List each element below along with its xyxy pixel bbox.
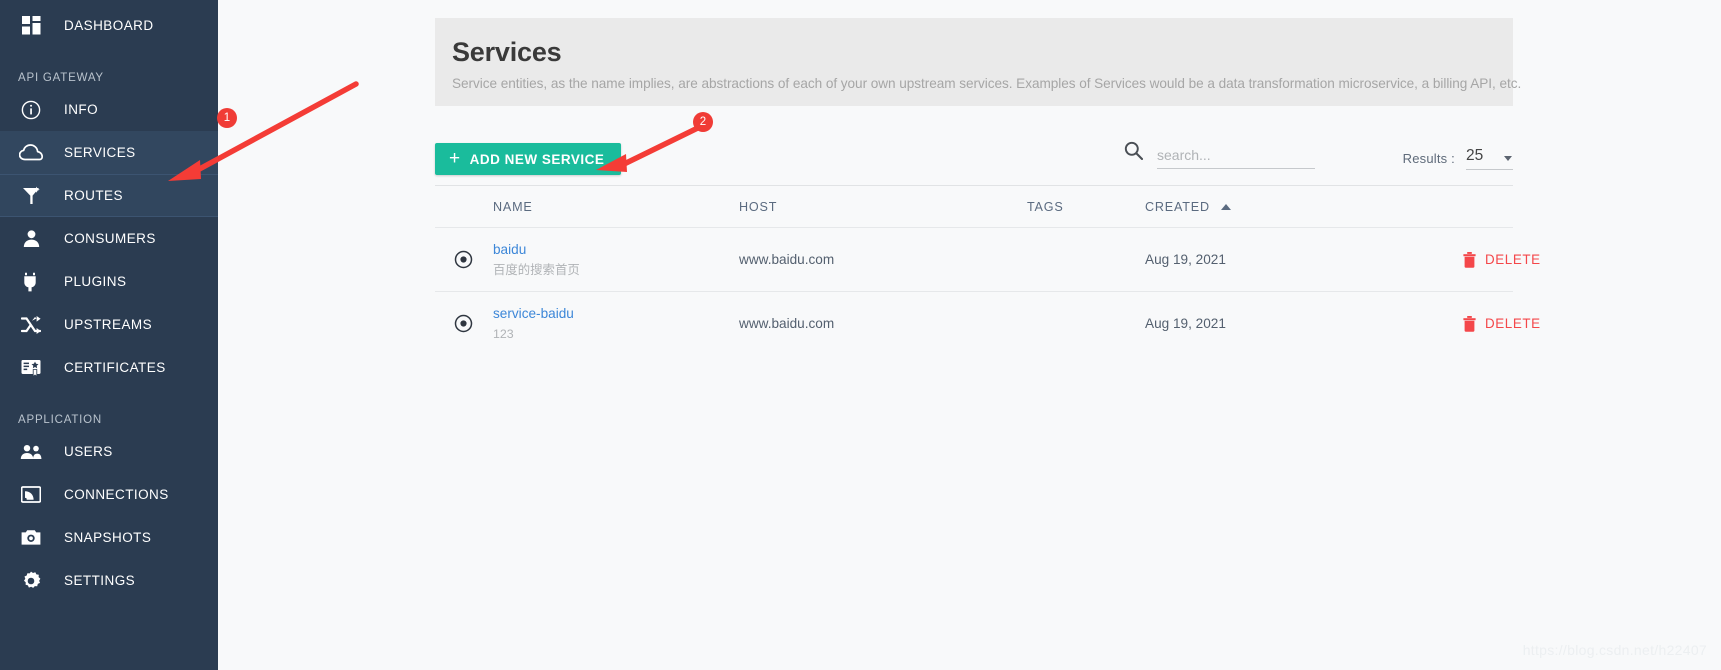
sidebar-item-upstreams[interactable]: UPSTREAMS xyxy=(0,303,218,346)
routes-icon xyxy=(18,184,44,208)
shuffle-icon xyxy=(18,313,44,337)
sidebar-item-routes[interactable]: ROUTES xyxy=(0,174,218,217)
row-actions: DELETE xyxy=(1375,251,1541,268)
service-name-link[interactable]: service-baidu xyxy=(493,305,739,323)
info-icon xyxy=(18,98,44,122)
table-header-row: NAME HOST TAGS CREATED xyxy=(435,185,1513,227)
delete-service-button[interactable]: DELETE xyxy=(1463,315,1541,332)
table-row: baidu 百度的搜索首页 www.baidu.com Aug 19, 2021… xyxy=(435,227,1540,291)
search-input[interactable] xyxy=(1157,147,1315,169)
results-label: Results : xyxy=(1402,151,1455,166)
gear-icon xyxy=(18,569,44,593)
sidebar-item-dashboard[interactable]: DASHBOARD xyxy=(0,4,218,47)
chevron-down-icon xyxy=(1504,156,1512,161)
column-header-created-label: CREATED xyxy=(1145,199,1210,214)
sidebar-item-consumers[interactable]: CONSUMERS xyxy=(0,217,218,260)
sidebar-item-label: SERVICES xyxy=(64,145,136,160)
column-header-tags[interactable]: TAGS xyxy=(1027,200,1145,214)
sidebar-item-label: ROUTES xyxy=(64,188,123,203)
column-header-host[interactable]: HOST xyxy=(739,200,1027,214)
service-host-cell: www.baidu.com xyxy=(739,316,835,331)
view-service-button[interactable] xyxy=(435,250,491,269)
annotation-badge-1: 1 xyxy=(217,108,237,128)
sidebar-item-services[interactable]: SERVICES xyxy=(0,131,218,174)
column-header-created[interactable]: CREATED xyxy=(1145,200,1375,214)
column-header-name[interactable]: NAME xyxy=(491,200,739,214)
chevron-up-icon xyxy=(1220,203,1231,210)
service-host-cell: www.baidu.com xyxy=(739,252,835,267)
sidebar-item-snapshots[interactable]: SNAPSHOTS xyxy=(0,516,218,559)
trash-icon xyxy=(1463,315,1476,332)
kong-admin-services-page: DASHBOARD API GATEWAY INFO SERVICES ROUT… xyxy=(0,0,1721,670)
plus-icon: + xyxy=(449,147,461,169)
sidebar-item-certificates[interactable]: CERTIFICATES xyxy=(0,346,218,389)
sidebar-item-label: SNAPSHOTS xyxy=(64,530,152,545)
sidebar-item-label: INFO xyxy=(64,102,99,117)
toolbar: + ADD NEW SERVICE Results : 25 xyxy=(435,125,1513,187)
sidebar-item-label: SETTINGS xyxy=(64,573,136,588)
sidebar-item-label: PLUGINS xyxy=(64,274,127,289)
cast-icon xyxy=(18,483,44,507)
users-icon xyxy=(18,440,44,464)
view-service-button[interactable] xyxy=(435,314,491,333)
sidebar: DASHBOARD API GATEWAY INFO SERVICES ROUT… xyxy=(0,0,218,670)
results-per-page: Results : 25 xyxy=(1403,147,1513,170)
page-description: Service entities, as the name implies, a… xyxy=(452,76,1522,91)
plug-icon xyxy=(18,270,44,294)
sidebar-item-settings[interactable]: SETTINGS xyxy=(0,559,218,602)
trash-icon xyxy=(1463,251,1476,268)
service-name-link[interactable]: baidu xyxy=(493,241,739,259)
cloud-icon xyxy=(18,141,44,165)
sidebar-item-label: CONNECTIONS xyxy=(64,487,169,502)
sidebar-item-label: CERTIFICATES xyxy=(64,360,166,375)
delete-service-button[interactable]: DELETE xyxy=(1463,251,1541,268)
search-icon[interactable] xyxy=(1124,141,1144,165)
annotation-badge-2: 2 xyxy=(693,112,713,132)
sidebar-item-label: DASHBOARD xyxy=(64,18,154,33)
service-created-cell: Aug 19, 2021 xyxy=(1145,316,1226,331)
sidebar-item-info[interactable]: INFO xyxy=(0,88,218,131)
row-actions: DELETE xyxy=(1375,315,1541,332)
delete-label: DELETE xyxy=(1485,252,1541,267)
page-header-panel: Services Service entities, as the name i… xyxy=(435,18,1522,106)
user-icon xyxy=(18,227,44,251)
eye-icon xyxy=(454,250,472,269)
search-box xyxy=(1124,141,1315,169)
sidebar-item-label: USERS xyxy=(64,444,113,459)
dashboard-icon xyxy=(18,14,44,38)
sidebar-section-api-gateway: API GATEWAY xyxy=(18,72,104,84)
service-subtitle: 百度的搜索首页 xyxy=(493,262,580,277)
main-content: Services Service entities, as the name i… xyxy=(218,0,1721,670)
results-value: 25 xyxy=(1466,147,1484,164)
sidebar-item-users[interactable]: USERS xyxy=(0,430,218,473)
eye-icon xyxy=(454,314,472,333)
service-name-cell: baidu 百度的搜索首页 xyxy=(491,241,739,279)
services-table: NAME HOST TAGS CREATED baidu 百度的搜索首页 www… xyxy=(435,185,1540,355)
service-created-cell: Aug 19, 2021 xyxy=(1145,252,1226,267)
certificate-icon xyxy=(18,356,44,380)
sidebar-section-application: APPLICATION xyxy=(18,414,102,426)
sidebar-item-label: UPSTREAMS xyxy=(64,317,153,332)
sidebar-item-label: CONSUMERS xyxy=(64,231,156,246)
sidebar-item-plugins[interactable]: PLUGINS xyxy=(0,260,218,303)
page-title: Services xyxy=(452,37,562,67)
add-new-service-label: ADD NEW SERVICE xyxy=(469,151,605,167)
service-subtitle: 123 xyxy=(493,326,514,341)
add-new-service-button[interactable]: + ADD NEW SERVICE xyxy=(435,143,622,175)
camera-icon xyxy=(18,526,44,550)
delete-label: DELETE xyxy=(1485,316,1541,331)
service-name-cell: service-baidu 123 xyxy=(491,305,739,343)
table-row: service-baidu 123 www.baidu.com Aug 19, … xyxy=(435,291,1540,355)
watermark: https://blog.csdn.net/h22407 xyxy=(1522,642,1707,658)
sidebar-item-connections[interactable]: CONNECTIONS xyxy=(0,473,218,516)
results-select[interactable]: 25 xyxy=(1466,147,1513,170)
